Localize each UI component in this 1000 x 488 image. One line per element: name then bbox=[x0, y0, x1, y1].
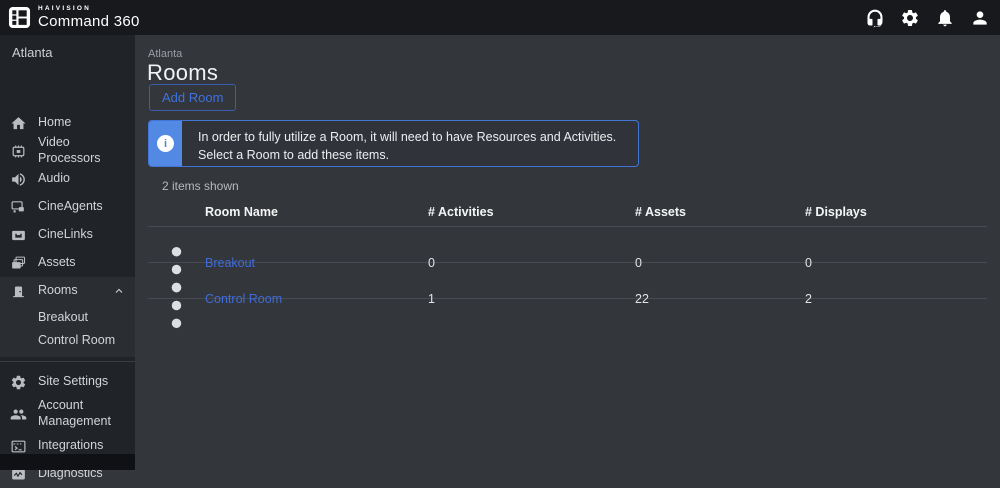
sidebar-item-site-settings[interactable]: Site Settings bbox=[0, 368, 135, 396]
sidebar-item-label: CineLinks bbox=[38, 227, 93, 243]
sidebar-item-account-management[interactable]: Account Management bbox=[0, 396, 135, 432]
cineagents-icon bbox=[10, 199, 27, 216]
cinelinks-icon bbox=[10, 227, 27, 244]
column-assets: # Assets bbox=[635, 205, 805, 219]
table-header-row: Room Name # Activities # Assets # Displa… bbox=[148, 198, 987, 227]
assets-stack-icon bbox=[10, 255, 27, 272]
sidebar-item-assets[interactable]: Assets bbox=[0, 249, 135, 277]
cell-displays: 2 bbox=[805, 292, 987, 306]
row-menu-kebab-icon[interactable] bbox=[148, 277, 205, 334]
column-activities: # Activities bbox=[428, 205, 635, 219]
sidebar-item-label: Rooms bbox=[38, 283, 78, 299]
table-row: Breakout 0 0 0 bbox=[148, 227, 987, 263]
sidebar-subitem-control-room[interactable]: Control Room bbox=[0, 328, 135, 351]
sidebar-item-label: Integrations bbox=[38, 438, 103, 454]
info-banner-text: In order to fully utilize a Room, it wil… bbox=[182, 121, 638, 166]
cell-displays: 0 bbox=[805, 256, 987, 270]
sidebar-item-label: Site Settings bbox=[38, 374, 108, 390]
breadcrumb: Atlanta bbox=[148, 48, 182, 60]
column-room-name: Room Name bbox=[205, 205, 428, 219]
site-label: Atlanta bbox=[0, 35, 135, 69]
sidebar-subitem-breakout[interactable]: Breakout bbox=[0, 305, 135, 328]
account-person-icon[interactable] bbox=[970, 8, 990, 28]
sidebar-item-cinelinks[interactable]: CineLinks bbox=[0, 221, 135, 249]
sidebar-footer bbox=[0, 454, 135, 470]
sidebar-group-rooms: Rooms Breakout Control Room bbox=[0, 277, 135, 357]
cell-assets: 0 bbox=[635, 256, 805, 270]
cell-activities: 0 bbox=[428, 256, 635, 270]
notifications-bell-icon[interactable] bbox=[935, 8, 955, 28]
sidebar-item-cineagents[interactable]: CineAgents bbox=[0, 193, 135, 221]
page-title: Rooms bbox=[147, 60, 218, 86]
main-content: Atlanta Rooms Add Room i In order to ful… bbox=[135, 35, 1000, 470]
sidebar-item-rooms[interactable]: Rooms bbox=[0, 277, 135, 305]
support-icon[interactable] bbox=[865, 8, 885, 28]
home-icon bbox=[10, 115, 27, 132]
cell-activities: 1 bbox=[428, 292, 635, 306]
room-link-control-room[interactable]: Control Room bbox=[205, 292, 282, 306]
room-link-breakout[interactable]: Breakout bbox=[205, 256, 255, 270]
rooms-door-icon bbox=[10, 283, 27, 300]
processor-icon bbox=[10, 143, 27, 160]
sidebar-item-label: Video Processors bbox=[38, 135, 122, 166]
items-shown-count: 2 items shown bbox=[162, 179, 239, 193]
info-banner: i In order to fully utilize a Room, it w… bbox=[148, 120, 639, 167]
brand-text: HAIVISION Command 360 bbox=[38, 6, 140, 30]
brand-command360: Command 360 bbox=[38, 14, 140, 29]
terminal-icon bbox=[10, 438, 27, 455]
sidebar-item-video-processors[interactable]: Video Processors bbox=[0, 137, 135, 165]
chevron-up-icon[interactable] bbox=[113, 285, 125, 297]
haivision-logo-icon bbox=[8, 6, 31, 29]
sidebar-nav: Home Video Processors Audio CineAgents C bbox=[0, 109, 135, 488]
rooms-table: Room Name # Activities # Assets # Displa… bbox=[148, 198, 987, 299]
sidebar-item-audio[interactable]: Audio bbox=[0, 165, 135, 193]
sidebar-item-label: Assets bbox=[38, 255, 76, 271]
top-bar: HAIVISION Command 360 bbox=[0, 0, 1000, 35]
brand-haivision: HAIVISION bbox=[38, 6, 140, 13]
settings-gear-icon[interactable] bbox=[900, 8, 920, 28]
sidebar-divider bbox=[0, 361, 135, 362]
topbar-icons bbox=[865, 8, 1000, 28]
column-displays: # Displays bbox=[805, 205, 987, 219]
info-icon: i bbox=[157, 135, 174, 152]
add-room-button[interactable]: Add Room bbox=[149, 84, 236, 111]
audio-speaker-icon bbox=[10, 171, 27, 188]
brand: HAIVISION Command 360 bbox=[0, 6, 140, 30]
sidebar-item-label: CineAgents bbox=[38, 199, 103, 215]
people-icon bbox=[10, 406, 27, 423]
sidebar-item-label: Account Management bbox=[38, 398, 122, 429]
sidebar-item-label: Home bbox=[38, 115, 71, 131]
sidebar-item-label: Audio bbox=[38, 171, 70, 187]
info-banner-accent: i bbox=[149, 121, 182, 166]
cell-assets: 22 bbox=[635, 292, 805, 306]
sidebar-item-home[interactable]: Home bbox=[0, 109, 135, 137]
sidebar: Atlanta Home Video Processors Audio Cine… bbox=[0, 35, 135, 470]
gear-icon bbox=[10, 374, 27, 391]
